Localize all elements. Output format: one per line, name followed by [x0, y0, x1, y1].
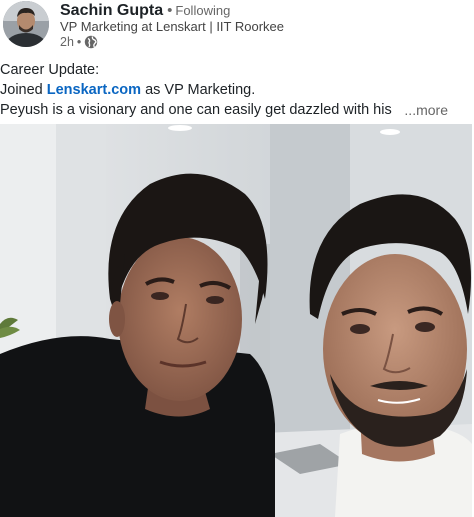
post-header: Sachin Gupta • Following VP Marketing at L…: [0, 0, 474, 56]
author-avatar[interactable]: [3, 1, 49, 47]
separator-dot: •: [76, 35, 82, 49]
company-link[interactable]: Lenskart.com: [47, 82, 141, 98]
separator-dot: •: [167, 2, 173, 19]
post-text-line: Joined Lenskart.com as VP Marketing.: [0, 80, 474, 100]
post-text-segment: Joined: [0, 82, 47, 98]
feed-post: Sachin Gupta • Following VP Marketing at L…: [0, 0, 474, 517]
see-more-link[interactable]: ...more: [404, 100, 448, 120]
post-photo[interactable]: [0, 124, 472, 517]
post-time: 2h: [60, 35, 74, 49]
post-text-segment: as VP Marketing.: [141, 82, 256, 98]
post-text-line: Career Update:: [0, 62, 100, 78]
post-meta: 2h •: [60, 35, 98, 49]
post-text-line: Peyush is a visionary and one can easily…: [0, 102, 392, 118]
post-text: Career Update: Joined Lenskart.com as VP…: [0, 60, 474, 120]
follow-status: Following: [175, 3, 231, 18]
author-headline: VP Marketing at Lenskart | IIT Roorkee: [60, 19, 285, 34]
author-name[interactable]: Sachin Gupta: [60, 2, 163, 19]
globe-icon: [84, 35, 98, 49]
